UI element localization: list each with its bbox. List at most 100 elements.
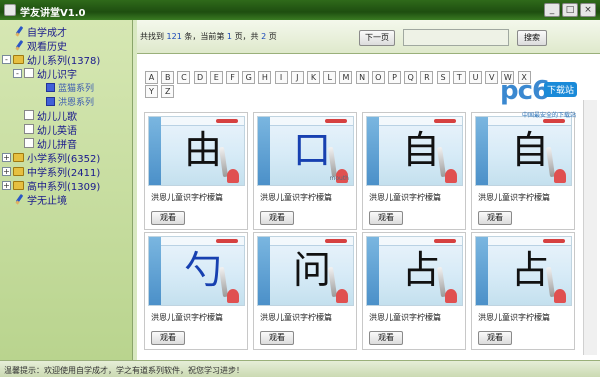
tree-item-bluecat[interactable]: 蓝猫系列 <box>46 80 94 94</box>
video-thumbnail[interactable]: 占 <box>475 236 572 306</box>
letter-a-button[interactable]: A <box>145 71 158 84</box>
expand-icon[interactable]: + <box>2 152 11 162</box>
pager-toolbar: 共找到 121 条，当前第 1 页，共 2 页 下一页 搜索 <box>137 20 600 54</box>
video-card[interactable]: 勺洪恩儿童识字柠檬篇观看 <box>144 232 248 350</box>
watch-button[interactable]: 观看 <box>369 331 403 345</box>
thumb-sidebar <box>258 117 270 185</box>
watch-button[interactable]: 观看 <box>260 211 294 225</box>
close-button[interactable]: × <box>580 3 596 17</box>
tree-item-high[interactable]: + 高中系列(1309) <box>2 178 100 193</box>
video-thumbnail[interactable]: 由 <box>148 116 245 186</box>
scrollbar[interactable] <box>583 100 597 355</box>
app-icon <box>4 4 16 16</box>
letter-g-button[interactable]: G <box>242 71 256 84</box>
video-thumbnail[interactable]: 问 <box>257 236 354 306</box>
collapse-icon[interactable]: - <box>2 54 11 64</box>
search-button[interactable]: 搜索 <box>517 30 547 46</box>
letter-r-button[interactable]: R <box>420 71 434 84</box>
letter-c-button[interactable]: C <box>177 71 191 84</box>
tree-item-literacy[interactable]: - 幼儿识字 <box>13 66 77 81</box>
category-tree[interactable]: 自学成才 观看历史 - 幼儿系列(1378) - 幼儿识字 蓝猫系列 洪恩系列 … <box>0 20 133 360</box>
minimize-button[interactable]: _ <box>544 3 560 17</box>
video-card[interactable]: 口 mouth 洪恩儿童识字柠檬篇观看 <box>253 112 357 230</box>
current-page: 1 <box>226 32 233 41</box>
video-title: 洪恩儿童识字柠檬篇 <box>369 193 441 202</box>
video-thumbnail[interactable]: 勺 <box>148 236 245 306</box>
video-thumbnail[interactable]: 口 mouth <box>257 116 354 186</box>
watch-button[interactable]: 观看 <box>478 211 512 225</box>
letter-b-button[interactable]: B <box>161 71 175 84</box>
letter-d-button[interactable]: D <box>193 71 207 84</box>
letter-i-button[interactable]: I <box>274 71 288 84</box>
video-card[interactable]: 问洪恩儿童识字柠檬篇 观看 <box>253 232 357 350</box>
letter-q-button[interactable]: Q <box>404 71 418 84</box>
folder-icon <box>13 152 24 162</box>
tree-item-english[interactable]: 幼儿英语 <box>24 122 77 137</box>
letter-j-button[interactable]: J <box>290 71 304 84</box>
tree-item-history[interactable]: 观看历史 <box>14 38 67 53</box>
letter-o-button[interactable]: O <box>371 71 385 84</box>
total-pages: 2 <box>261 32 267 41</box>
tree-item-primary[interactable]: + 小学系列(6352) <box>2 150 100 165</box>
video-thumbnail[interactable]: 自 <box>366 116 463 186</box>
maximize-button[interactable]: □ <box>562 3 578 17</box>
site-watermark: pc6 下载站 中国最安全的下载站 <box>500 76 600 126</box>
letter-k-button[interactable]: K <box>307 71 320 84</box>
thumb-sidebar <box>367 237 379 305</box>
video-title: 洪恩儿童识字柠檬篇 <box>478 193 550 202</box>
book-icon <box>24 110 34 120</box>
book-icon <box>24 124 34 134</box>
tree-item-hongen[interactable]: 洪恩系列 <box>46 94 94 108</box>
watch-button[interactable]: 观看 <box>151 211 185 225</box>
video-thumbnail[interactable]: 自 <box>475 116 572 186</box>
tree-item-preschool[interactable]: - 幼儿系列(1378) <box>2 52 100 67</box>
letter-e-button[interactable]: E <box>209 71 223 84</box>
title-bar: 学友讲堂V1.0 _ □ × <box>0 0 600 20</box>
letter-p-button[interactable]: P <box>388 71 401 84</box>
letter-f-button[interactable]: F <box>226 71 239 84</box>
video-card[interactable]: 占洪恩儿童识字柠檬篇 观看 <box>471 232 575 350</box>
video-thumbnail[interactable]: 占 <box>366 236 463 306</box>
letter-u-button[interactable]: U <box>469 71 482 84</box>
watch-button[interactable]: 观看 <box>369 211 403 225</box>
letter-v-button[interactable]: V <box>485 71 499 84</box>
letter-s-button[interactable]: S <box>436 71 450 84</box>
thumb-character: 占 <box>401 248 440 292</box>
tree-item-pinyin[interactable]: 幼儿拼音 <box>24 136 77 151</box>
watch-button[interactable]: 观看 <box>478 331 512 345</box>
watermark-badge: 下载站 <box>544 82 578 97</box>
window-title: 学友讲堂V1.0 <box>20 8 86 19</box>
search-input[interactable] <box>403 29 509 46</box>
expand-icon[interactable]: + <box>2 166 11 176</box>
tree-item-self-study[interactable]: 自学成才 <box>14 24 67 39</box>
letter-n-button[interactable]: N <box>355 71 369 84</box>
thumb-character: 勺 <box>183 248 222 292</box>
letter-y-button[interactable]: Y <box>145 85 158 98</box>
letter-h-button[interactable]: H <box>258 71 272 84</box>
watch-button[interactable]: 观看 <box>260 331 294 345</box>
video-title: 洪恩儿童识字柠檬篇 <box>151 313 223 322</box>
thumb-sidebar <box>476 117 488 185</box>
video-card[interactable]: 自洪恩儿童识字柠檬篇观看 <box>471 112 575 230</box>
tree-item-middle[interactable]: + 中学系列(2411) <box>2 164 100 179</box>
folder-icon <box>13 54 24 64</box>
series-icon <box>46 96 55 106</box>
tree-item-endless[interactable]: 学无止境 <box>14 192 67 207</box>
letter-t-button[interactable]: T <box>452 71 466 84</box>
video-card[interactable]: 自洪恩儿童识字柠檬篇观看 <box>362 112 466 230</box>
letter-z-button[interactable]: Z <box>161 85 175 98</box>
video-title: 洪恩儿童识字柠檬篇 <box>260 193 332 202</box>
tree-item-songs[interactable]: 幼儿儿歌 <box>24 108 77 123</box>
letter-m-button[interactable]: M <box>339 71 353 84</box>
letter-l-button[interactable]: L <box>323 71 337 84</box>
video-card[interactable]: 由洪恩儿童识字柠檬篇 观看 <box>144 112 248 230</box>
thumb-sidebar <box>367 117 379 185</box>
next-page-button[interactable]: 下一页 <box>359 30 395 46</box>
watch-button[interactable]: 观看 <box>151 331 185 345</box>
collapse-icon[interactable]: - <box>13 68 22 78</box>
video-card[interactable]: 占洪恩儿童识字柠檬篇 观看 <box>362 232 466 350</box>
thumb-character: 由 <box>183 128 222 172</box>
series-icon <box>46 82 55 92</box>
expand-icon[interactable]: + <box>2 180 11 190</box>
book-icon <box>24 138 34 148</box>
